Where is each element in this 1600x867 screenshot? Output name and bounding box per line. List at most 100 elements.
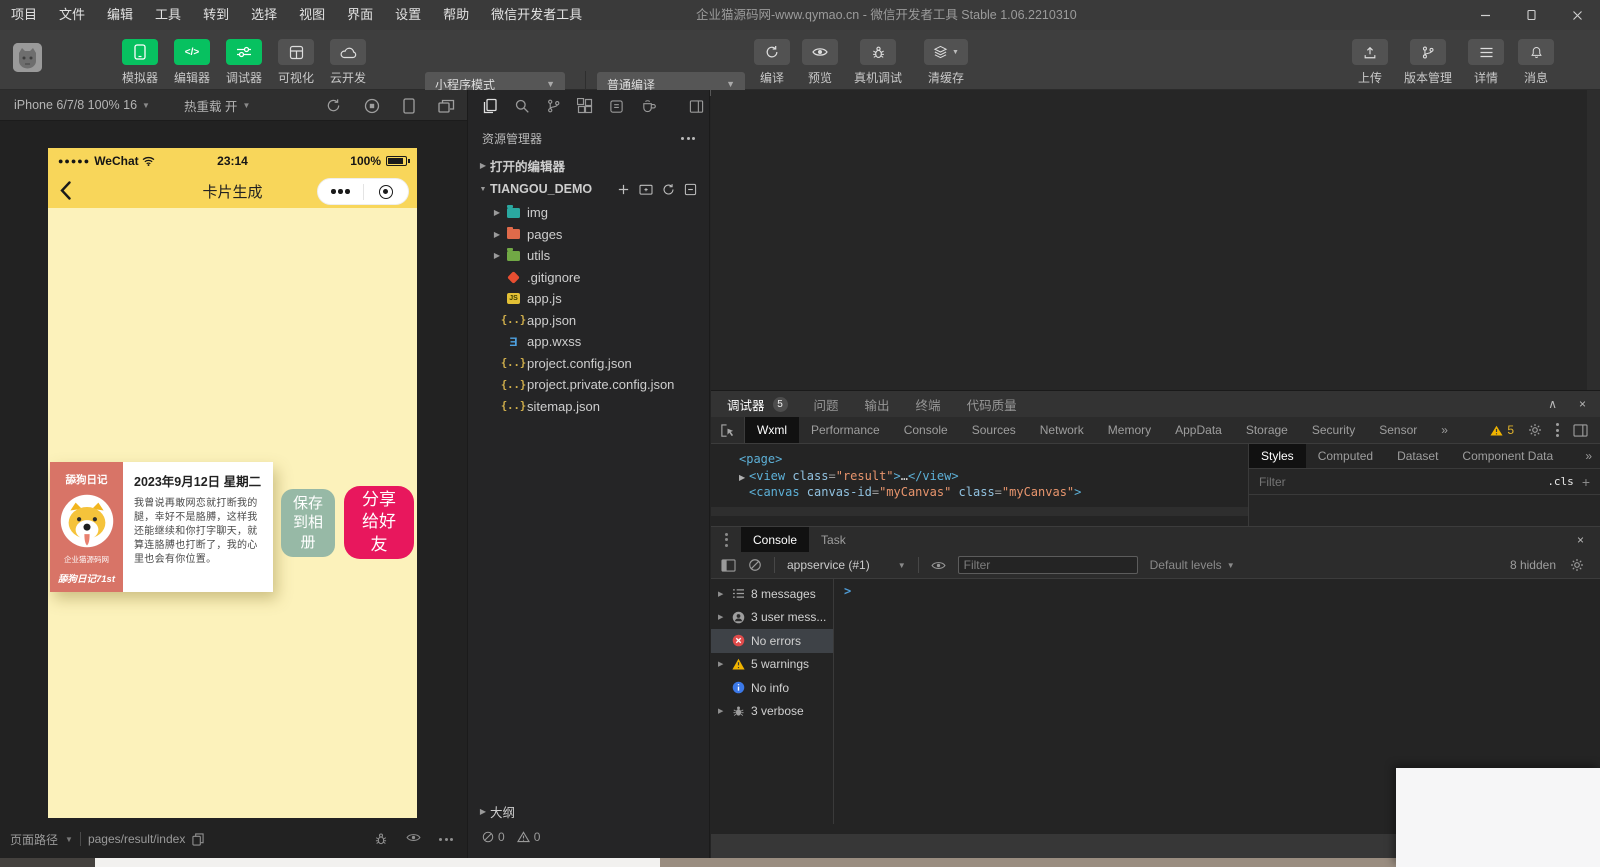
close-button[interactable]	[1554, 0, 1600, 30]
tree-item-projectconfig[interactable]: {..} project.config.json	[468, 353, 709, 375]
context-select[interactable]: appservice (#1) ▼	[787, 558, 906, 572]
more-tabs-icon[interactable]: »	[1585, 444, 1600, 468]
device-debug-button[interactable]: 真机调试	[848, 39, 908, 86]
styles-tab-computed[interactable]: Computed	[1306, 444, 1385, 468]
filter-errors[interactable]: No errors	[711, 629, 833, 653]
tab-code-quality[interactable]: 代码质量	[967, 395, 1017, 414]
split-layout-icon[interactable]	[689, 99, 704, 114]
debugger-toggle-button[interactable]: 调试器	[222, 39, 266, 86]
simulator-toggle-button[interactable]: 模拟器	[118, 39, 162, 86]
devtools-tab-performance[interactable]: Performance	[799, 417, 892, 443]
more-tabs-icon[interactable]: »	[1429, 417, 1460, 443]
gear-icon[interactable]	[1570, 558, 1584, 572]
new-folder-icon[interactable]	[639, 183, 653, 196]
tree-item-img[interactable]: ▶ img	[468, 202, 709, 224]
menu-interface[interactable]: 界面	[336, 0, 384, 30]
device-select[interactable]: iPhone 6/7/8 100% 16 ▼	[14, 98, 150, 112]
inspect-element-icon[interactable]	[711, 417, 745, 443]
files-icon[interactable]	[482, 98, 498, 114]
dock-side-icon[interactable]	[1573, 424, 1588, 437]
styles-tab-dataset[interactable]: Dataset	[1385, 444, 1450, 468]
record-icon[interactable]	[364, 98, 380, 114]
compile-button[interactable]: 编译	[750, 39, 794, 86]
more-button[interactable]	[318, 189, 363, 194]
tree-item-utils[interactable]: ▶ utils	[468, 245, 709, 267]
page-path-label[interactable]: 页面路径	[10, 831, 58, 848]
collapse-all-icon[interactable]	[684, 183, 697, 196]
drag-handle-icon[interactable]	[711, 527, 741, 552]
refresh-icon[interactable]	[662, 183, 675, 196]
devtools-tab-wxml[interactable]: Wxml	[745, 417, 799, 443]
close-panel-icon[interactable]: ×	[1579, 397, 1586, 411]
filter-all-messages[interactable]: ▶ 8 messages	[711, 582, 833, 606]
search-icon[interactable]	[514, 98, 530, 114]
bug-icon[interactable]	[374, 832, 388, 846]
upload-button[interactable]: 上传	[1348, 39, 1392, 86]
horizontal-scrollbar[interactable]	[711, 507, 1248, 516]
kebab-menu-icon[interactable]	[1556, 423, 1559, 437]
tab-terminal[interactable]: 终端	[916, 395, 941, 414]
styles-tab-componentdata[interactable]: Component Data	[1450, 444, 1565, 468]
sidebar-toggle-icon[interactable]	[721, 559, 736, 572]
styles-tab-styles[interactable]: Styles	[1249, 444, 1306, 468]
scrollbar-track[interactable]	[1587, 90, 1600, 390]
devtools-tab-sensor[interactable]: Sensor	[1367, 417, 1429, 443]
menu-select[interactable]: 选择	[240, 0, 288, 30]
warnings-indicator[interactable]: 5	[1490, 423, 1514, 437]
hot-reload-toggle[interactable]: 热重载 开 ▼	[184, 96, 250, 115]
tree-item-projectprivateconfig[interactable]: {..} project.private.config.json	[468, 374, 709, 396]
source-control-icon[interactable]	[546, 98, 561, 114]
maximize-button[interactable]	[1508, 0, 1554, 30]
share-to-friend-button[interactable]: 分享给好友	[344, 486, 414, 559]
cls-toggle[interactable]: .cls	[1547, 475, 1574, 488]
back-button[interactable]	[60, 181, 71, 200]
tab-output[interactable]: 输出	[865, 395, 890, 414]
add-style-icon[interactable]: +	[1582, 474, 1590, 490]
devtools-tab-storage[interactable]: Storage	[1234, 417, 1300, 443]
tab-problems[interactable]: 问题	[814, 395, 839, 414]
tab-debugger[interactable]: 调试器	[727, 395, 765, 414]
console-filter-input[interactable]	[958, 556, 1138, 574]
visual-toggle-button[interactable]: 可视化	[274, 39, 318, 86]
tree-item-gitignore[interactable]: .gitignore	[468, 267, 709, 289]
devtools-tab-security[interactable]: Security	[1300, 417, 1367, 443]
tree-item-appwxss[interactable]: Ǝ app.wxss	[468, 331, 709, 353]
menu-tools[interactable]: 工具	[144, 0, 192, 30]
filter-verbose[interactable]: ▶ 3 verbose	[711, 700, 833, 724]
wxml-tree-view[interactable]: <page>▶<view class="result">…</view><can…	[711, 444, 1248, 516]
preview-button[interactable]: 预览	[798, 39, 842, 86]
devtools-tab-sources[interactable]: Sources	[960, 417, 1028, 443]
more-actions-icon[interactable]	[681, 137, 695, 140]
multi-window-icon[interactable]	[438, 99, 455, 113]
devtools-tab-console[interactable]: Console	[892, 417, 960, 443]
save-to-album-button[interactable]: 保存到相册	[281, 489, 335, 557]
log-levels-select[interactable]: Default levels ▼	[1150, 558, 1235, 572]
menu-settings[interactable]: 设置	[384, 0, 432, 30]
details-button[interactable]: 详情	[1464, 39, 1508, 86]
console-tab-console[interactable]: Console	[741, 527, 809, 552]
menu-project[interactable]: 项目	[0, 0, 48, 30]
eye-icon[interactable]	[931, 560, 946, 571]
filter-user-messages[interactable]: ▶ 3 user mess...	[711, 606, 833, 630]
copy-icon[interactable]	[192, 833, 204, 846]
extensions-icon[interactable]	[577, 98, 593, 114]
tree-item-pages[interactable]: ▶ pages	[468, 224, 709, 246]
menu-file[interactable]: 文件	[48, 0, 96, 30]
version-control-button[interactable]: 版本管理	[1398, 39, 1458, 86]
home-button[interactable]	[364, 185, 409, 199]
tree-item-sitemap[interactable]: {..} sitemap.json	[468, 396, 709, 418]
console-tab-task[interactable]: Task	[809, 527, 858, 552]
gear-icon[interactable]	[1528, 423, 1542, 437]
collapse-panel-icon[interactable]: ∧	[1548, 397, 1557, 411]
snippet-icon[interactable]	[609, 99, 624, 114]
new-file-icon[interactable]	[617, 183, 630, 196]
messages-button[interactable]: 消息	[1514, 39, 1558, 86]
filter-warnings[interactable]: ▶ 5 warnings	[711, 653, 833, 677]
more-icon[interactable]	[439, 832, 453, 846]
devtools-tab-appdata[interactable]: AppData	[1163, 417, 1234, 443]
open-editors-section[interactable]: ▶ 打开的编辑器	[468, 154, 709, 176]
device-frame-icon[interactable]	[403, 98, 415, 114]
clear-console-icon[interactable]	[748, 558, 762, 572]
rotate-icon[interactable]	[326, 98, 341, 113]
minimize-button[interactable]	[1462, 0, 1508, 30]
